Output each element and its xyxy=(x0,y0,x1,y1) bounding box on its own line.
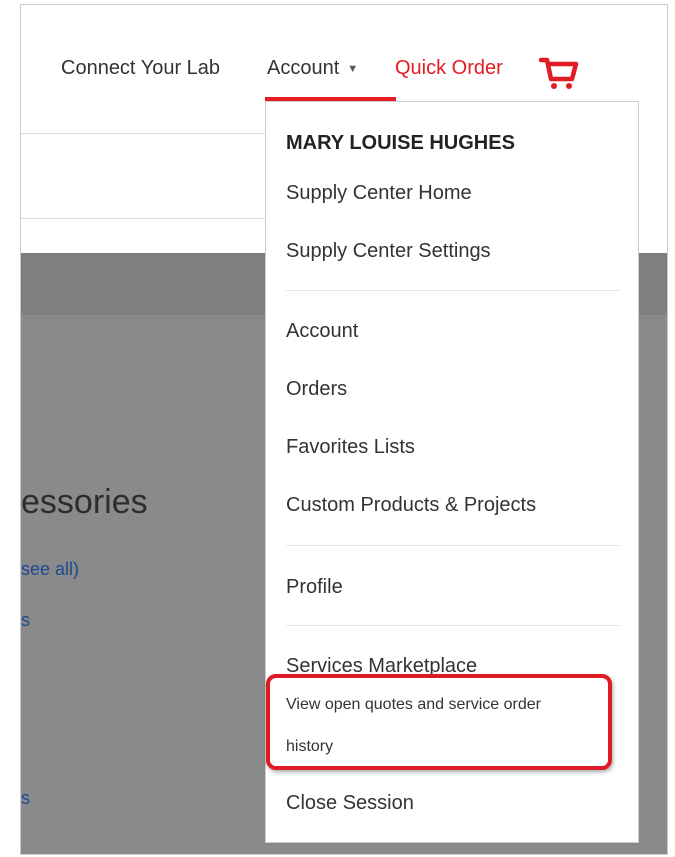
menu-item-profile[interactable]: Profile xyxy=(286,576,343,599)
menu-divider xyxy=(286,625,620,626)
menu-divider xyxy=(286,290,620,291)
category-link[interactable]: s xyxy=(21,788,30,809)
menu-item-supply-center-home[interactable]: Supply Center Home xyxy=(286,182,472,205)
divider xyxy=(21,218,281,219)
divider xyxy=(21,133,281,134)
cart-icon[interactable] xyxy=(539,55,579,91)
menu-item-custom-products[interactable]: Custom Products & Projects xyxy=(286,494,536,517)
highlight-annotation-box xyxy=(266,674,612,770)
category-link[interactable]: s xyxy=(21,610,30,631)
top-navigation: Connect Your Lab Account ▼ Quick Order xyxy=(21,5,667,105)
quick-order-link[interactable]: Quick Order xyxy=(395,57,503,80)
menu-item-favorites-lists[interactable]: Favorites Lists xyxy=(286,436,415,459)
menu-item-supply-center-settings[interactable]: Supply Center Settings xyxy=(286,240,491,263)
accessories-heading: essories xyxy=(21,483,148,521)
connect-your-lab-link[interactable]: Connect Your Lab xyxy=(61,57,220,80)
see-all-link[interactable]: see all) xyxy=(21,559,79,580)
menu-item-close-session[interactable]: Close Session xyxy=(286,792,414,815)
menu-divider xyxy=(286,545,620,546)
menu-item-orders[interactable]: Orders xyxy=(286,378,347,401)
user-name: MARY LOUISE HUGHES xyxy=(286,132,515,154)
account-label: Account xyxy=(267,57,340,79)
caret-down-icon: ▼ xyxy=(347,63,359,75)
menu-item-account[interactable]: Account xyxy=(286,320,358,343)
account-menu-trigger[interactable]: Account ▼ xyxy=(267,57,358,80)
